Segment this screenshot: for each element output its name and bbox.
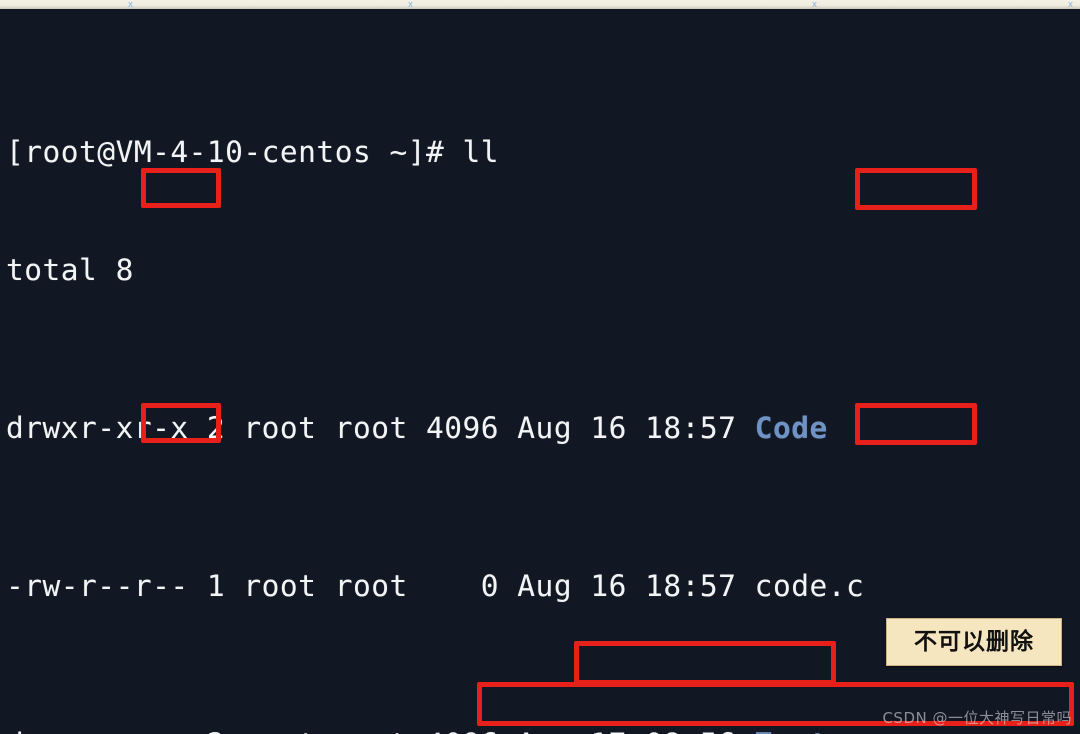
terminal-line: total 8 bbox=[6, 251, 1074, 291]
line-text: -rw-r--r-- 1 root root 0 Aug 16 18:57 co… bbox=[6, 569, 865, 603]
strip-marker-icon: x bbox=[1067, 1, 1074, 9]
callout-text: 不可以删除 bbox=[914, 629, 1034, 655]
line-text: drwxr-xr-x 2 root root 4096 Aug 16 18:57 bbox=[6, 411, 755, 445]
terminal-line: drwxr-xr-x 2 root root 4096 Aug 16 18:57… bbox=[6, 409, 1074, 449]
watermark-text: CSDN @一位大神写日常吗 bbox=[882, 709, 1072, 727]
annotation-callout: 不可以删除 bbox=[886, 618, 1062, 666]
terminal-line: [root@VM-4-10-centos ~]# ll bbox=[6, 133, 1074, 173]
strip-marker-icon: x bbox=[407, 1, 414, 9]
terminal-screenshot: x x x x [root@VM-4-10-centos ~]# ll tota… bbox=[0, 0, 1080, 734]
csdn-watermark: CSDN @一位大神写日常吗 bbox=[882, 707, 1072, 728]
strip-marker-icon: x bbox=[811, 1, 818, 9]
terminal-line: -rw-r--r-- 1 root root 0 Aug 16 18:57 co… bbox=[6, 567, 1074, 607]
line-text: [root@VM-4-10-centos ~]# ll bbox=[6, 134, 500, 169]
directory-name: Code bbox=[754, 411, 828, 445]
line-text: total 8 bbox=[6, 253, 134, 287]
strip-marker-icon: x bbox=[127, 1, 134, 9]
window-title-strip: x x x x bbox=[0, 0, 1080, 9]
